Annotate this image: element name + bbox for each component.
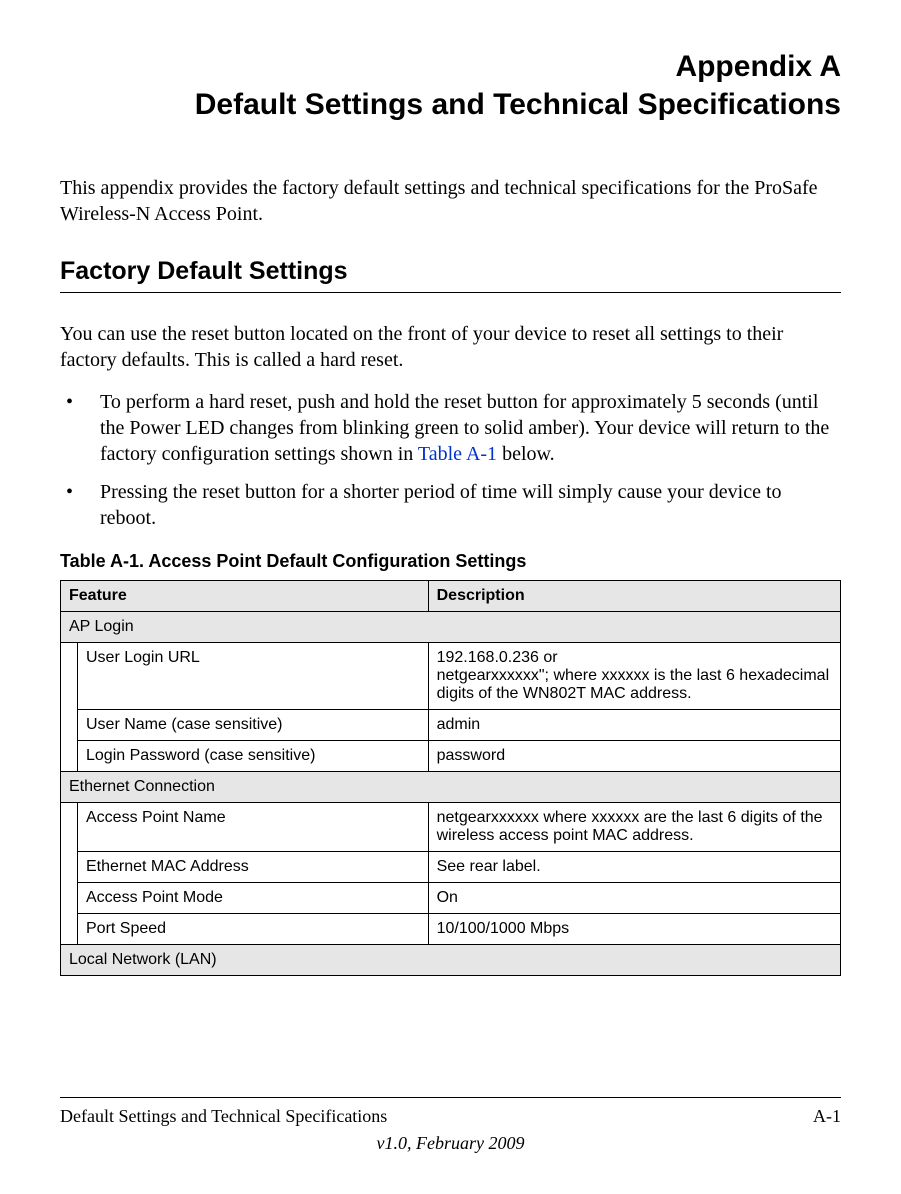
footer-version: v1.0, February 2009 bbox=[60, 1133, 841, 1154]
feature-cell: Login Password (case sensitive) bbox=[78, 741, 429, 772]
description-cell: On bbox=[428, 883, 840, 914]
footer-left: Default Settings and Technical Specifica… bbox=[60, 1106, 387, 1127]
body-paragraph: You can use the reset button located on … bbox=[60, 321, 841, 373]
feature-cell: Ethernet MAC Address bbox=[78, 852, 429, 883]
indent-cell bbox=[61, 643, 78, 772]
table-row: User Name (case sensitive)admin bbox=[61, 710, 841, 741]
table-section-row: AP Login bbox=[61, 612, 841, 643]
section-heading: Factory Default Settings bbox=[60, 257, 841, 293]
table-row: Login Password (case sensitive)password bbox=[61, 741, 841, 772]
feature-cell: Access Point Name bbox=[78, 803, 429, 852]
table-row: Access Point Namenetgearxxxxxx where xxx… bbox=[61, 803, 841, 852]
table-header-row: Feature Description bbox=[61, 581, 841, 612]
table-row: User Login URL192.168.0.236 or netgearxx… bbox=[61, 643, 841, 710]
title-block: Appendix A Default Settings and Technica… bbox=[60, 48, 841, 123]
feature-cell: Access Point Mode bbox=[78, 883, 429, 914]
list-item: Pressing the reset button for a shorter … bbox=[60, 479, 841, 531]
section-name: Local Network (LAN) bbox=[61, 945, 841, 976]
page-title: Default Settings and Technical Specifica… bbox=[60, 86, 841, 124]
section-name: Ethernet Connection bbox=[61, 772, 841, 803]
settings-table: Feature Description AP LoginUser Login U… bbox=[60, 580, 841, 976]
header-description: Description bbox=[428, 581, 840, 612]
table-row: Port Speed10/100/1000 Mbps bbox=[61, 914, 841, 945]
bullet-text-pre: Pressing the reset button for a shorter … bbox=[100, 481, 782, 529]
feature-cell: User Login URL bbox=[78, 643, 429, 710]
description-cell: netgearxxxxxx where xxxxxx are the last … bbox=[428, 803, 840, 852]
appendix-label: Appendix A bbox=[60, 48, 841, 86]
page-footer: Default Settings and Technical Specifica… bbox=[60, 1097, 841, 1154]
description-cell: password bbox=[428, 741, 840, 772]
table-section-row: Ethernet Connection bbox=[61, 772, 841, 803]
header-feature: Feature bbox=[61, 581, 429, 612]
bullet-text-post: below. bbox=[497, 443, 555, 465]
feature-cell: User Name (case sensitive) bbox=[78, 710, 429, 741]
feature-cell: Port Speed bbox=[78, 914, 429, 945]
description-cell: See rear label. bbox=[428, 852, 840, 883]
description-cell: 10/100/1000 Mbps bbox=[428, 914, 840, 945]
intro-paragraph: This appendix provides the factory defau… bbox=[60, 175, 841, 227]
indent-cell bbox=[61, 803, 78, 945]
table-reference-link[interactable]: Table A-1 bbox=[418, 443, 497, 465]
table-row: Ethernet MAC AddressSee rear label. bbox=[61, 852, 841, 883]
table-row: Access Point ModeOn bbox=[61, 883, 841, 914]
table-section-row: Local Network (LAN) bbox=[61, 945, 841, 976]
bullet-list: To perform a hard reset, push and hold t… bbox=[60, 389, 841, 531]
description-cell: admin bbox=[428, 710, 840, 741]
section-name: AP Login bbox=[61, 612, 841, 643]
footer-right: A-1 bbox=[813, 1106, 841, 1127]
table-caption: Table A-1. Access Point Default Configur… bbox=[60, 551, 841, 572]
description-cell: 192.168.0.236 or netgearxxxxxx"; where x… bbox=[428, 643, 840, 710]
list-item: To perform a hard reset, push and hold t… bbox=[60, 389, 841, 467]
